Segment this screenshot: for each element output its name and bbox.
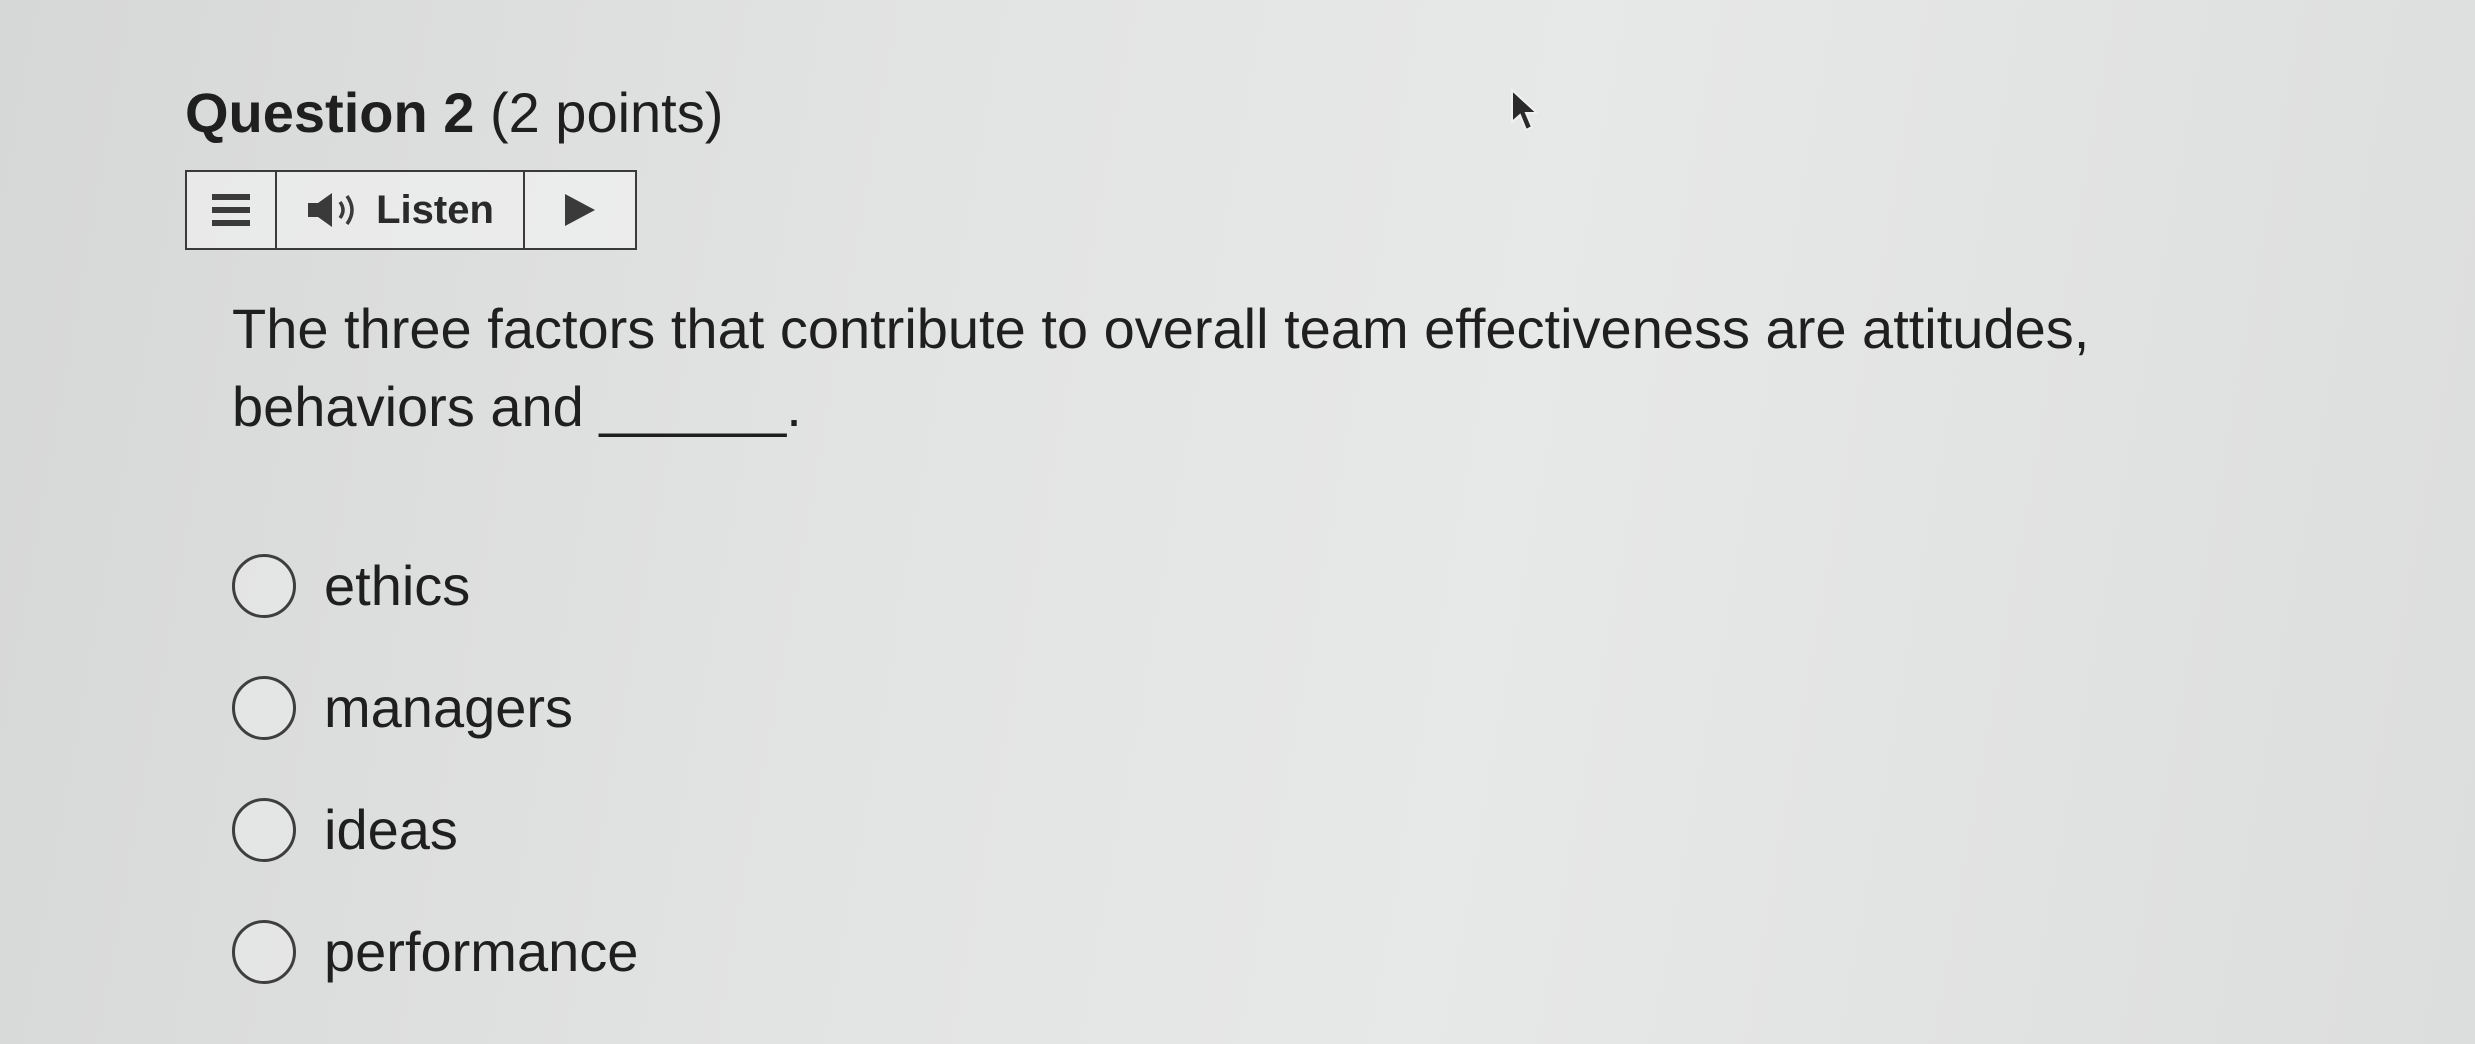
listen-label: Listen	[376, 187, 494, 232]
question-prompt: The three factors that contribute to ove…	[232, 297, 2090, 438]
readspeaker-toolbar: Listen	[185, 170, 637, 250]
radio-button[interactable]	[232, 920, 296, 984]
listen-button[interactable]: Listen	[277, 172, 525, 248]
answer-label: performance	[324, 920, 639, 983]
answer-option-performance[interactable]: performance	[232, 891, 638, 1013]
answer-option-managers[interactable]: managers	[232, 647, 638, 769]
question-number: Question 2	[185, 81, 475, 144]
answer-label: ethics	[324, 554, 471, 617]
speaker-icon	[308, 193, 354, 227]
toolbar-menu-button[interactable]	[187, 172, 277, 248]
radio-button[interactable]	[232, 676, 296, 740]
radio-button[interactable]	[232, 554, 296, 618]
answer-label: ideas	[324, 798, 458, 861]
answer-option-ideas[interactable]: ideas	[232, 769, 638, 891]
answer-option-ethics[interactable]: ethics	[232, 525, 638, 647]
hamburger-icon	[212, 194, 250, 226]
question-points: (2 points)	[489, 81, 724, 144]
play-icon	[565, 194, 595, 226]
mouse-pointer-icon	[1511, 88, 1540, 132]
answer-options: ethics managers ideas performance	[232, 525, 638, 1013]
answer-label: managers	[324, 676, 574, 739]
play-button[interactable]	[525, 172, 635, 248]
radio-button[interactable]	[232, 798, 296, 862]
question-title: Question 2 (2 points)	[185, 78, 723, 148]
